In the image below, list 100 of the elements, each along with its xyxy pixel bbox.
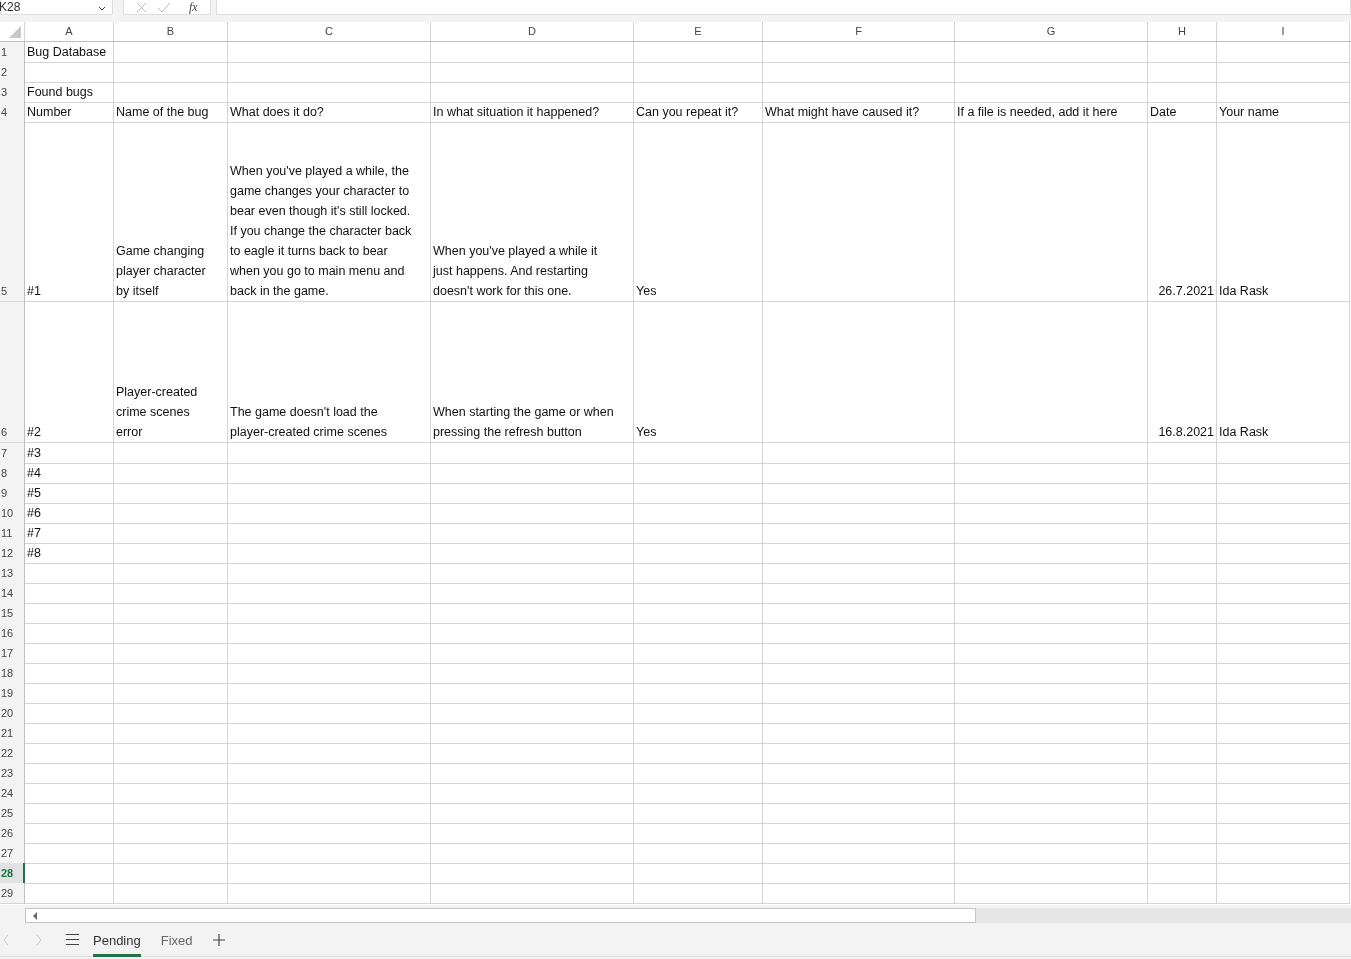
row-header[interactable]: 27 — [0, 843, 25, 864]
table-cell — [1148, 663, 1217, 684]
row-header[interactable]: 16 — [0, 623, 25, 644]
row-header[interactable]: 3 — [0, 82, 25, 103]
row-header[interactable]: 13 — [0, 563, 25, 584]
table-cell: #2 — [25, 302, 114, 443]
row-header[interactable]: 25 — [0, 803, 25, 824]
table-cell — [1148, 843, 1217, 864]
check-icon[interactable] — [157, 1, 171, 13]
horizontal-scrollbar[interactable] — [25, 908, 976, 923]
column-header[interactable]: C — [228, 22, 431, 41]
row-header[interactable]: 21 — [0, 723, 25, 744]
table-cell: #3 — [25, 443, 114, 464]
column-header[interactable]: G — [955, 22, 1148, 41]
dropdown-caret-icon[interactable] — [98, 5, 106, 11]
sheet-tab[interactable]: Fixed — [160, 925, 193, 957]
table-cell: Your name — [1217, 102, 1350, 123]
formula-input[interactable] — [216, 0, 1351, 15]
row-header[interactable]: 15 — [0, 603, 25, 624]
table-cell: Can you repeat it? — [634, 102, 763, 123]
table-cell — [1148, 503, 1217, 524]
row-header[interactable]: 17 — [0, 643, 25, 664]
table-cell — [1148, 623, 1217, 644]
table-cell: #1 — [25, 122, 114, 302]
column-header[interactable]: I — [1217, 22, 1350, 41]
table-cell: Ida Rask — [1217, 122, 1350, 302]
table-cell: Yes — [634, 302, 763, 443]
table-cell — [1148, 763, 1217, 784]
table-cell: #8 — [25, 543, 114, 564]
menu-icon[interactable] — [66, 933, 79, 946]
previous-sheet-icon[interactable] — [3, 933, 9, 946]
table-cell — [1148, 62, 1217, 83]
sheet-tab[interactable]: Pending — [93, 925, 141, 957]
row-header[interactable]: 29 — [0, 883, 25, 904]
table-cell — [1148, 483, 1217, 504]
table-cell: When starting the game or when pressing the refresh button — [431, 302, 634, 443]
table-cell: What might have caused it? — [763, 102, 955, 123]
table-cell — [1148, 803, 1217, 824]
column-header[interactable]: A — [25, 22, 114, 41]
table-cell: When you've played a while it just happens. And restarting doesn't work for this one. — [431, 122, 634, 302]
table-cell: #6 — [25, 503, 114, 524]
table-cell — [1148, 443, 1217, 464]
table-cell: #4 — [25, 463, 114, 484]
table-cell — [1148, 743, 1217, 764]
row-header[interactable]: 24 — [0, 783, 25, 804]
table-cell — [1148, 563, 1217, 584]
row-header[interactable]: 28 — [0, 863, 25, 884]
row-header[interactable]: 1 — [0, 42, 25, 63]
column-header[interactable]: F — [763, 22, 955, 41]
table-cell: 26.7.2021 — [1148, 122, 1217, 302]
table-cell: Name of the bug — [114, 102, 228, 123]
table-cell: What does it do? — [228, 102, 431, 123]
table-cell: Player-created crime scenes error — [114, 302, 228, 443]
table-cell: Date — [1148, 102, 1217, 123]
row-header[interactable]: 26 — [0, 823, 25, 844]
name-box[interactable]: K28 — [0, 0, 113, 15]
row-header[interactable]: 9 — [0, 483, 25, 504]
row-header[interactable]: 10 — [0, 503, 25, 524]
table-cell — [1148, 583, 1217, 604]
table-cell — [1148, 823, 1217, 844]
row-header[interactable]: 7 — [0, 443, 25, 464]
table-cell: Number — [25, 102, 114, 123]
column-header[interactable]: D — [431, 22, 634, 41]
table-cell: Found bugs — [25, 82, 114, 103]
add-sheet-icon[interactable] — [212, 933, 225, 946]
table-cell — [1148, 42, 1217, 63]
row-header[interactable]: 4 — [0, 102, 25, 123]
row-header[interactable]: 11 — [0, 523, 25, 544]
row-header[interactable]: 19 — [0, 683, 25, 704]
cancel-icon[interactable] — [136, 1, 147, 13]
table-cell: If a file is needed, add it here — [955, 102, 1148, 123]
table-cell: Game changing player character by itself — [114, 122, 228, 302]
insert-function-button[interactable]: fx — [189, 0, 198, 15]
row-header[interactable]: 6 — [0, 302, 25, 443]
scroll-left-icon[interactable] — [32, 911, 38, 920]
table-cell: #5 — [25, 483, 114, 504]
row-header[interactable]: 22 — [0, 743, 25, 764]
row-header[interactable]: 14 — [0, 583, 25, 604]
table-cell — [1148, 783, 1217, 804]
table-cell: Bug Database — [25, 42, 114, 63]
row-header[interactable]: 12 — [0, 543, 25, 564]
row-header[interactable]: 8 — [0, 463, 25, 484]
table-cell — [1148, 603, 1217, 624]
row-header[interactable]: 23 — [0, 763, 25, 784]
row-header[interactable]: 2 — [0, 62, 25, 83]
table-cell: The game doesn't load the player-created crime scenes — [228, 302, 431, 443]
table-cell — [1148, 883, 1217, 904]
table-cell — [1148, 543, 1217, 564]
row-header[interactable]: 5 — [0, 122, 25, 302]
table-cell — [1148, 82, 1217, 103]
column-header[interactable]: E — [634, 22, 763, 41]
next-sheet-icon[interactable] — [36, 933, 42, 946]
column-header[interactable]: B — [114, 22, 228, 41]
table-cell: Yes — [634, 122, 763, 302]
row-header[interactable]: 20 — [0, 703, 25, 724]
column-header[interactable]: H — [1148, 22, 1217, 41]
table-cell: When you've played a while, the game changes your character to bear even though it's still locked. If you change the character back to eagle it turns back to bear when you go to main menu and back in the game. — [228, 122, 431, 302]
table-cell — [1148, 683, 1217, 704]
table-cell — [1148, 523, 1217, 544]
row-header[interactable]: 18 — [0, 663, 25, 684]
